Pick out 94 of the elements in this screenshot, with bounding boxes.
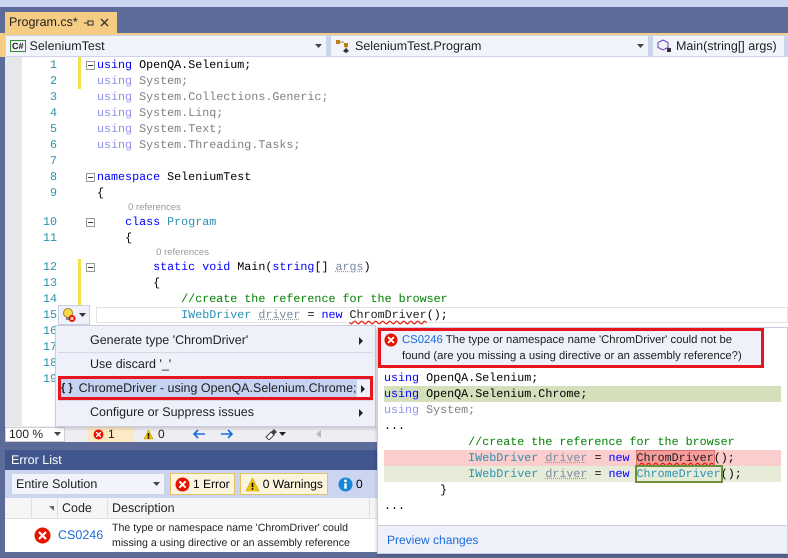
line-number: 8 [48,169,57,185]
quick-actions-button[interactable] [58,305,90,325]
error-code-link[interactable]: CS0246 [58,526,108,545]
code-line: } [439,482,448,498]
submenu-arrow-icon[interactable] [359,336,363,344]
navigation-dropdown[interactable]: Main(string[] args) [652,35,785,57]
code-line: using System; [96,73,190,89]
collapse-icon[interactable] [86,172,95,182]
dropdown-caret-icon[interactable] [637,44,644,48]
code-line: using System.Linq; [96,105,224,121]
zoom-dropdown[interactable]: 100 % [5,426,65,442]
filter-toggle[interactable]: 0 Warnings [240,473,328,495]
line-number: 10 [42,214,57,230]
braces-icon: { } [61,380,73,397]
menu-item[interactable]: Configure or Suppress issues [58,400,373,424]
code-line: namespace SeleniumTest [96,169,252,185]
code-line: { [124,230,134,246]
dropdown-value: SeleniumTest [30,38,106,55]
warning-icon [244,476,260,492]
error-code-link[interactable]: CS0246 [402,334,443,346]
collapse-icon[interactable] [86,218,95,226]
code-line: using System; [384,402,476,418]
column-filter-icon[interactable] [49,506,54,510]
error-icon [93,428,104,440]
line-number: 12 [42,259,57,275]
menu-item[interactable]: Generate type 'ChromDriver' [58,328,373,352]
navigation-dropdown[interactable]: C# SeleniumTest [5,35,327,57]
submenu-arrow-icon[interactable] [361,384,366,392]
line-number: 7 [48,153,57,169]
code-line: using System.Threading.Tasks; [96,137,302,153]
code-line: ... [384,498,406,514]
error-count[interactable]: 1 [88,426,134,442]
error-icon [175,476,190,492]
code-line: using OpenQA.Selenium; [384,370,540,386]
line-number: 5 [48,121,57,137]
filter-toggle[interactable]: 1 Error [170,473,235,495]
code-line: { [96,185,106,201]
zoom-value: 100 % [9,426,44,443]
tab-title: Program.cs* [9,14,78,32]
caret-icon [79,313,86,317]
error-icon [34,527,51,544]
line-number: 14 [42,291,57,307]
line-number: 2 [48,73,57,89]
code-line: ... [384,418,406,434]
column-header[interactable]: Code [58,498,108,518]
lightbulb-error-icon [62,308,76,322]
warning-count[interactable]: 0 [138,425,170,443]
preview-changes-link[interactable]: Preview changes [387,530,478,548]
document-tab[interactable]: Program.cs* [5,12,117,33]
warning-icon [143,428,154,440]
code-line: using OpenQA.Selenium; [96,57,252,73]
error-description: The type or namespace name 'ChromDriver' could missing a using directive or an assembly reference [111,520,350,550]
navigation-dropdown[interactable]: SeleniumTest.Program [330,35,649,57]
line-number: 1 [48,57,57,73]
line-number: 15 [42,307,57,323]
line-number: 9 [48,185,57,201]
pin-icon[interactable] [84,18,94,26]
error-count-text: 1 [108,426,115,443]
forward-arrow-icon[interactable] [220,429,234,439]
filter-toggle[interactable]: 0 [332,473,368,495]
method-icon [657,39,672,53]
code-line: using System.Text; [96,121,224,137]
close-icon[interactable] [100,18,109,27]
line-number: 11 [42,230,57,246]
collapse-icon[interactable] [86,60,95,70]
line-number: 4 [48,105,57,121]
warning-count-text: 0 [158,426,165,443]
dropdown-caret-icon[interactable] [153,482,160,486]
code-line: using System.Collections.Generic; [96,89,330,105]
class-icon [335,39,351,53]
brush-icon[interactable] [264,428,286,440]
info-icon [338,476,353,492]
dropdown-value: Main(string[] args) [676,38,778,55]
code-line: class Program [124,214,218,230]
dropdown-value: SeleniumTest.Program [355,38,482,55]
error-message: CS0246 The type or namespace name 'ChromDriver' could not be found (are you missing a using directive or an assembly reference?) [402,333,743,364]
code-line: static void Main(string[] args) [152,259,372,275]
line-number: 3 [48,89,57,105]
line-number: 13 [42,275,57,291]
line-number: 6 [48,137,57,153]
submenu-arrow-icon[interactable] [359,408,363,416]
code-line: { [152,275,162,291]
scope-dropdown[interactable]: Entire Solution [11,473,165,495]
language-badge: C# [10,40,26,52]
dropdown-value: Entire Solution [16,476,98,493]
collapse-icon[interactable] [86,262,95,272]
menu-item[interactable]: { } ChromeDriver - using OpenQA.Selenium.Chrome; [58,376,373,400]
code-line: //create the reference for the browser [180,291,449,307]
error-icon [384,333,398,347]
column-header[interactable]: Description [108,498,370,518]
back-arrow-icon[interactable] [192,429,206,439]
code-line: //create the reference for the browser [467,434,736,450]
dropdown-caret-icon[interactable] [54,432,61,436]
dropdown-caret-icon[interactable] [315,44,322,48]
